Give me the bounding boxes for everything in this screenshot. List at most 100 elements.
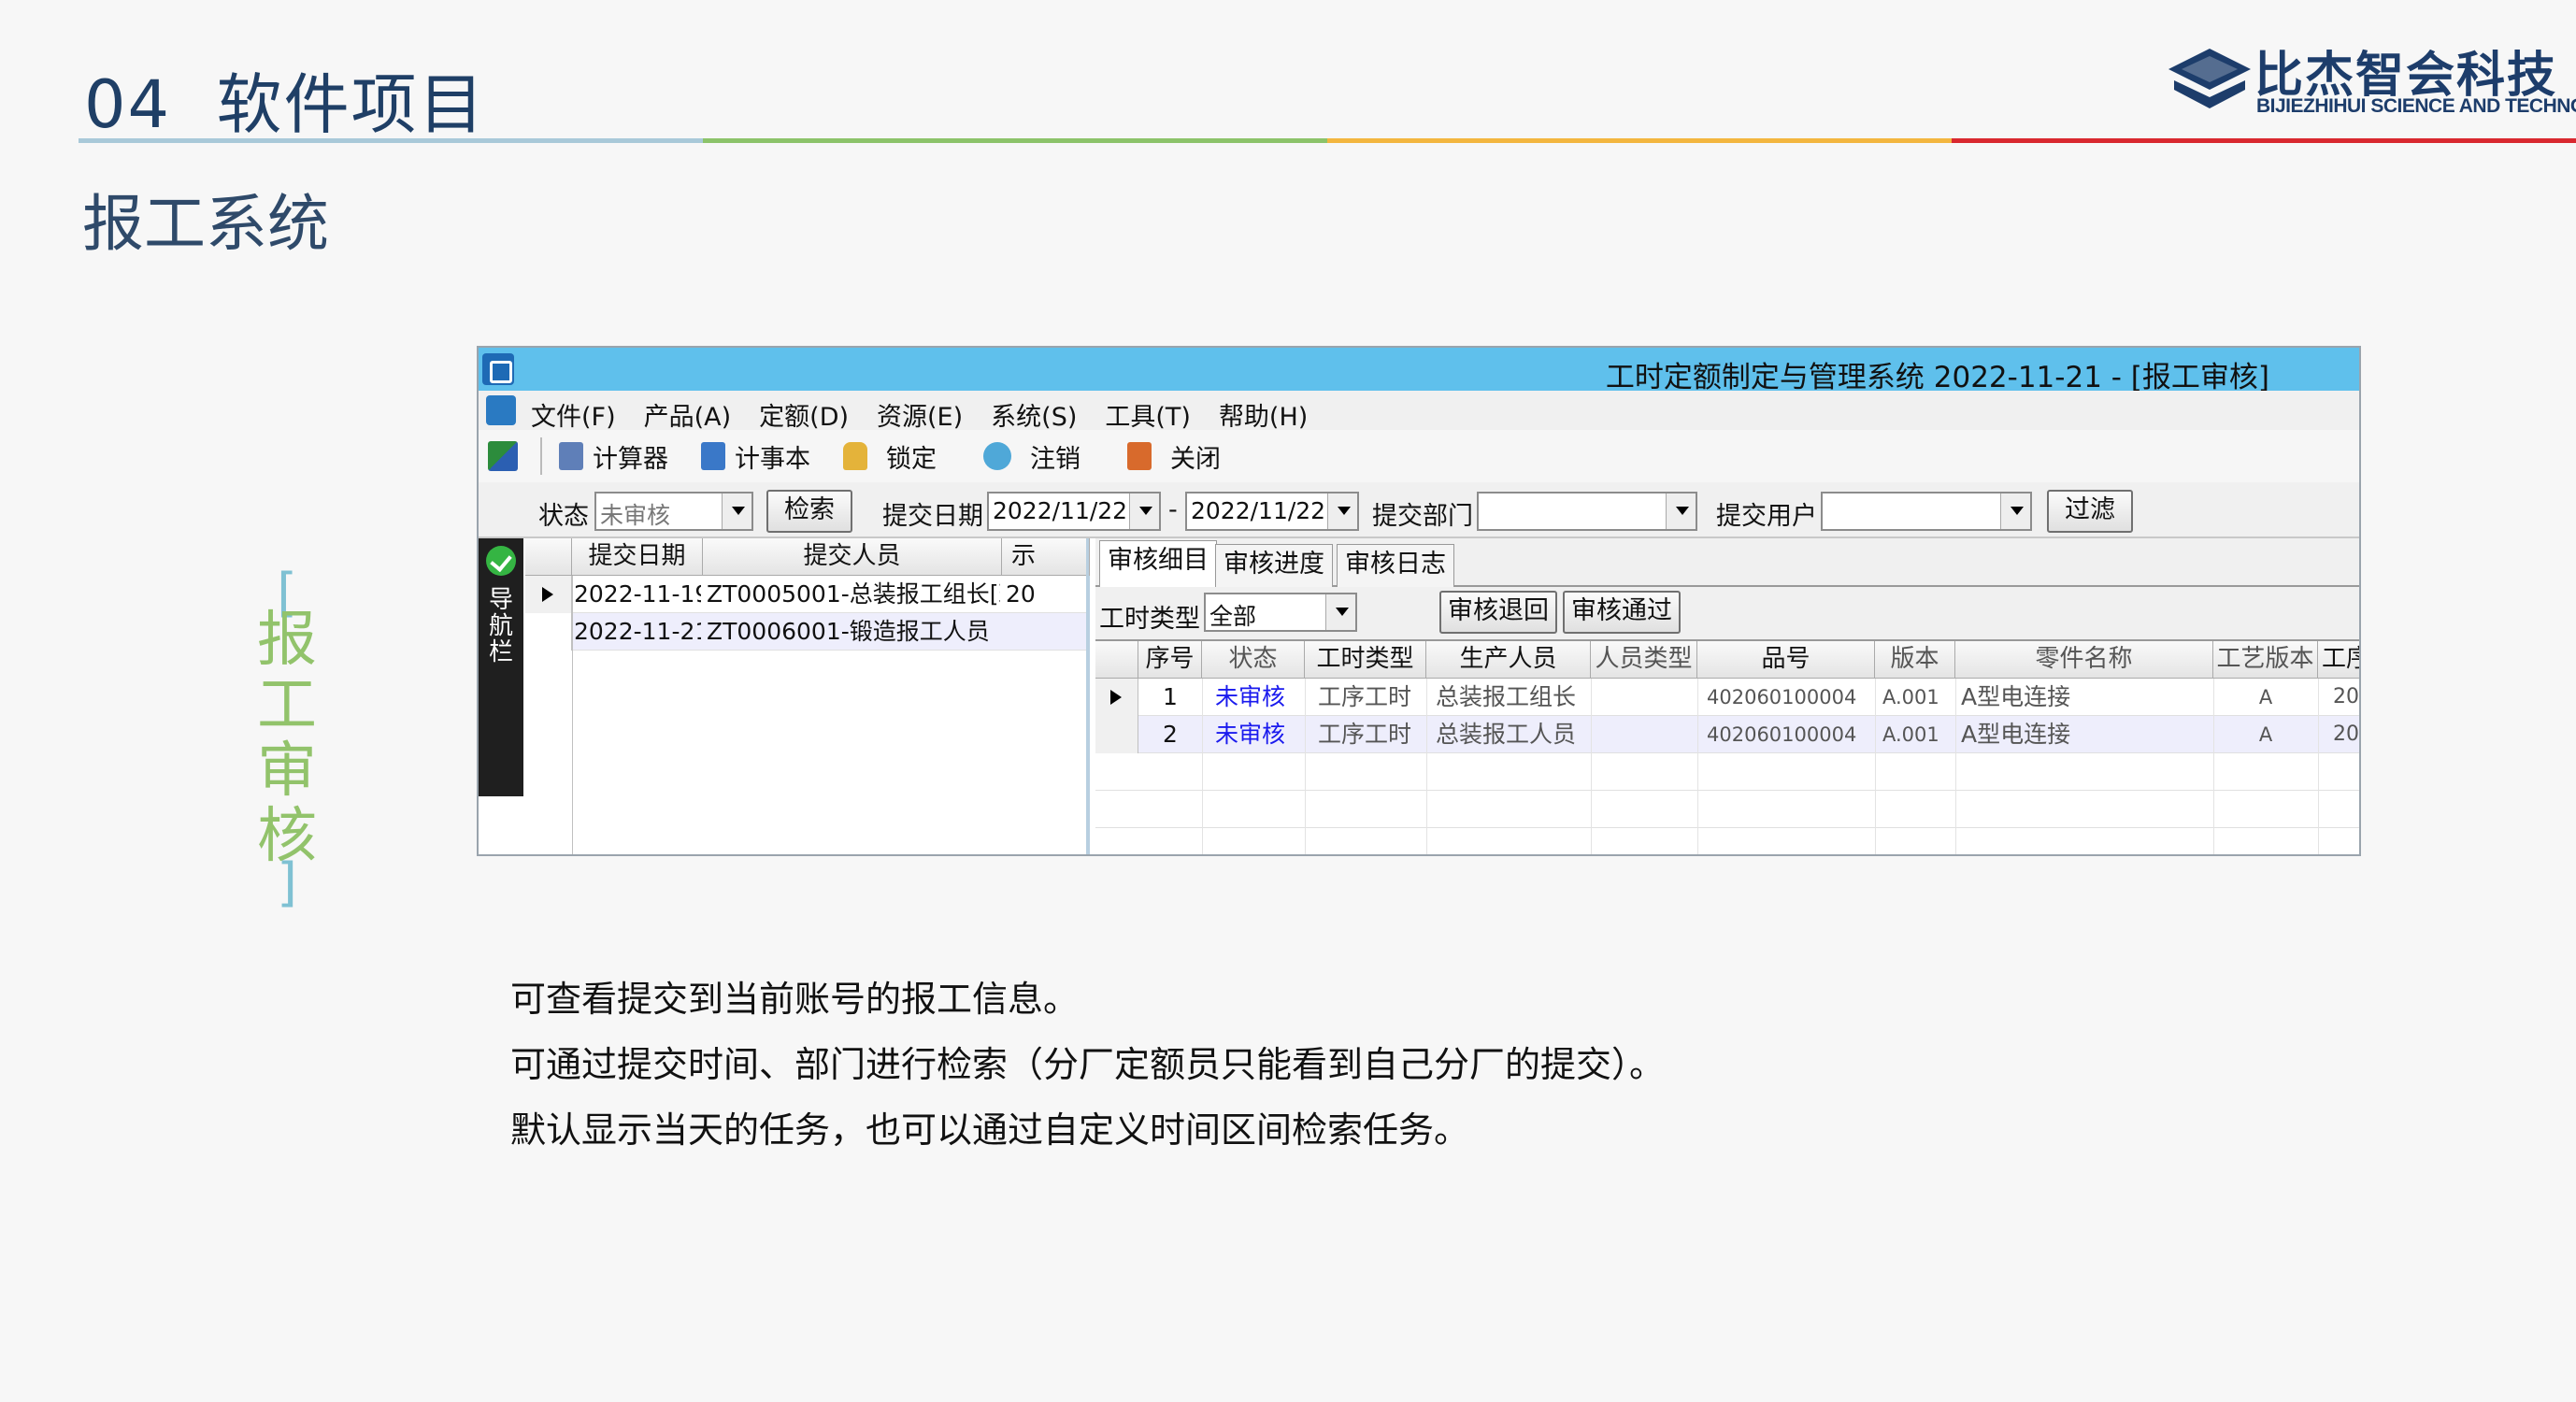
logout-button[interactable]: 注销 bbox=[983, 439, 1080, 474]
menu-file[interactable]: 文件(F) bbox=[531, 396, 616, 433]
navigation-strip[interactable]: 导航栏 bbox=[479, 538, 523, 854]
part-name-cell: A型电连接 bbox=[1961, 683, 2071, 710]
tab-audit-progress[interactable]: 审核进度 bbox=[1215, 544, 1333, 587]
process-version-cell: A bbox=[2258, 723, 2273, 746]
rule-segment bbox=[79, 138, 703, 143]
current-row-icon bbox=[542, 587, 553, 602]
column-header[interactable]: 版本 bbox=[1875, 641, 1955, 679]
date-from-value: 2022/11/22 bbox=[993, 497, 1128, 524]
date-from-picker[interactable]: 2022/11/22 bbox=[987, 492, 1161, 531]
column-header[interactable]: 生产人员 bbox=[1426, 641, 1591, 679]
column-header[interactable]: 工序号 bbox=[2318, 641, 2359, 679]
close-label: 关闭 bbox=[1170, 444, 1221, 474]
lock-button[interactable]: 锁定 bbox=[843, 439, 937, 474]
worker-cell: 总装报工人员 bbox=[1436, 721, 1577, 748]
menu-product[interactable]: 产品(A) bbox=[644, 396, 732, 433]
filter-button[interactable]: 过滤 bbox=[2047, 490, 2133, 533]
column-header[interactable]: 提交人员 bbox=[703, 538, 1002, 576]
menu-help[interactable]: 帮助(H) bbox=[1219, 396, 1308, 433]
slide-heading: 04 软件项目 bbox=[84, 52, 486, 147]
nav-label: 导航栏 bbox=[488, 586, 513, 666]
column-header[interactable]: 零件名称 bbox=[1955, 641, 2213, 679]
close-button[interactable]: 关闭 bbox=[1127, 439, 1221, 474]
column-header[interactable]: 提交日期 bbox=[572, 538, 703, 576]
menu-system[interactable]: 系统(S) bbox=[991, 396, 1077, 433]
grid-line bbox=[1591, 679, 1592, 854]
description-line: 可查看提交到当前账号的报工信息。 bbox=[510, 979, 1080, 1020]
reject-button[interactable]: 审核退回 bbox=[1439, 591, 1557, 634]
table-row[interactable]: 1 未审核 工序工时 总装报工组长 402060100004 A.001 A型电… bbox=[1095, 679, 2359, 716]
approve-button[interactable]: 审核通过 bbox=[1563, 591, 1681, 634]
home-icon[interactable] bbox=[488, 441, 518, 471]
date-to-value: 2022/11/22 bbox=[1191, 497, 1326, 524]
calculator-button[interactable]: 计算器 bbox=[559, 439, 668, 474]
notepad-button[interactable]: 计事本 bbox=[701, 439, 810, 474]
hour-type-label: 工时类型 bbox=[1099, 605, 1200, 634]
toolbar: 计算器 计事本 锁定 注销 关闭 bbox=[479, 430, 2359, 482]
window-title: 工时定额制定与管理系统 2022-11-21 - [报工审核] bbox=[1605, 361, 2269, 394]
chevron-down-icon[interactable] bbox=[1327, 494, 1357, 529]
row-indicator bbox=[1095, 679, 1138, 716]
dept-select[interactable] bbox=[1477, 492, 1697, 531]
seq-cell: 2 bbox=[1163, 721, 1178, 748]
status-cell: 未审核 bbox=[1215, 683, 1286, 710]
company-logo: 比杰智会科技 BIJIEZHIHUI SCIENCE AND TECHNOLOG… bbox=[2168, 34, 2576, 127]
operation-number-cell: 20 bbox=[2333, 685, 2359, 708]
row-indicator bbox=[525, 576, 572, 613]
chevron-down-icon[interactable] bbox=[722, 494, 751, 529]
grid-line bbox=[1426, 679, 1427, 854]
lock-label: 锁定 bbox=[886, 444, 937, 474]
table-row[interactable]: 2022-11-19 ZT0005001-总装报工组长[班 20 bbox=[525, 576, 1086, 613]
operation-number-cell: 20 bbox=[2333, 722, 2359, 746]
menu-quota[interactable]: 定额(D) bbox=[759, 396, 849, 433]
chevron-down-icon[interactable] bbox=[1325, 594, 1355, 630]
menu-bar: 文件(F) 产品(A) 定额(D) 资源(E) 系统(S) 工具(T) 帮助(H… bbox=[479, 391, 2359, 433]
mdi-child-icon[interactable] bbox=[486, 395, 516, 425]
window-titlebar: 工时定额制定与管理系统 2022-11-21 - [报工审核] bbox=[479, 348, 2359, 394]
column-header[interactable]: 人员类型 bbox=[1591, 641, 1697, 679]
grid-line bbox=[1305, 679, 1306, 854]
grid-divider bbox=[572, 576, 573, 854]
submitter-cell: ZT0006001-锻造报工人员 bbox=[707, 618, 990, 645]
chevron-down-icon[interactable] bbox=[1129, 494, 1159, 529]
slide-number: 04 bbox=[84, 66, 172, 143]
grid-header: 提交日期 提交人员 示 bbox=[525, 538, 1090, 576]
column-header[interactable]: 工艺版本 bbox=[2213, 641, 2318, 679]
table-row[interactable]: 2022-11-21 ZT0006001-锻造报工人员 bbox=[525, 613, 1086, 651]
header-color-rule bbox=[79, 138, 2576, 143]
worker-cell: 总装报工组长 bbox=[1436, 683, 1577, 710]
row-indicator bbox=[1095, 716, 1138, 753]
part-number-cell: 402060100004 bbox=[1707, 723, 1857, 746]
extra-cell bbox=[1006, 613, 1088, 651]
hour-type-select[interactable]: 全部 bbox=[1204, 593, 1357, 632]
chevron-down-icon[interactable] bbox=[2000, 494, 2030, 529]
hour-type-cell: 工序工时 bbox=[1318, 683, 1412, 710]
chevron-down-icon[interactable] bbox=[1666, 494, 1696, 529]
table-row[interactable]: 2 未审核 工序工时 总装报工人员 402060100004 A.001 A型电… bbox=[1095, 716, 2359, 753]
column-header[interactable]: 示 bbox=[1002, 538, 1090, 576]
status-select[interactable]: 未审核 bbox=[594, 492, 753, 531]
submitter-cell: ZT0005001-总装报工组长[班 bbox=[707, 580, 1000, 608]
slide-subtitle: 报工系统 bbox=[82, 188, 329, 260]
hour-type-cell: 工序工时 bbox=[1318, 721, 1412, 748]
row-indicator bbox=[525, 613, 572, 651]
search-button[interactable]: 检索 bbox=[766, 490, 852, 533]
column-header[interactable]: 序号 bbox=[1138, 641, 1202, 679]
tab-strip: 审核细目 审核进度 审核日志 bbox=[1095, 538, 2359, 589]
vertical-label-bracket-close: ] bbox=[277, 852, 297, 913]
status-label: 状态 bbox=[538, 502, 589, 531]
column-header[interactable]: 工时类型 bbox=[1305, 641, 1426, 679]
menu-tools[interactable]: 工具(T) bbox=[1105, 396, 1191, 433]
submit-date-cell: 2022-11-21 bbox=[574, 618, 701, 645]
column-header[interactable]: 品号 bbox=[1697, 641, 1875, 679]
rule-segment bbox=[1327, 138, 1952, 143]
date-to-picker[interactable]: 2022/11/22 bbox=[1185, 492, 1359, 531]
tab-audit-log[interactable]: 审核日志 bbox=[1337, 544, 1454, 587]
column-header[interactable]: 状态 bbox=[1202, 641, 1305, 679]
worker-type-cell bbox=[1596, 679, 1697, 716]
tab-audit-detail[interactable]: 审核细目 bbox=[1099, 540, 1217, 589]
user-select[interactable] bbox=[1821, 492, 2032, 531]
notepad-icon bbox=[701, 442, 725, 470]
part-name-cell: A型电连接 bbox=[1961, 721, 2071, 748]
menu-resource[interactable]: 资源(E) bbox=[877, 396, 963, 433]
